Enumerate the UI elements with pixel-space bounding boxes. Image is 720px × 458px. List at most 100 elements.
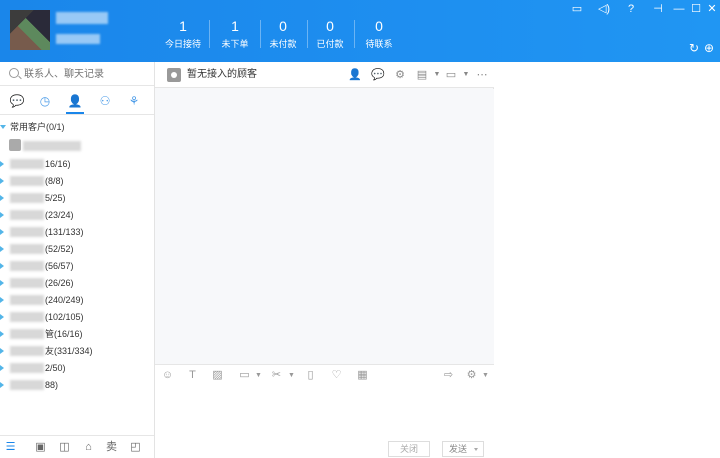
chevron-down-icon[interactable]: ▼ xyxy=(459,68,473,82)
chevron-down-icon[interactable]: ▼ xyxy=(285,369,298,382)
send-label: 发送 xyxy=(449,444,468,454)
group-row[interactable]: 5/25) xyxy=(0,190,154,206)
group-row[interactable]: (8/8) xyxy=(0,173,154,189)
sell-button[interactable]: 卖 xyxy=(105,441,118,454)
add-icon[interactable]: ⊕ xyxy=(703,42,715,54)
group-row[interactable]: 2/50) xyxy=(0,360,154,376)
group-count: 5/25) xyxy=(45,193,66,203)
group-tab-icon[interactable]: ⚇ xyxy=(97,93,113,109)
stat-label: 未付款 xyxy=(269,39,297,49)
refresh-icon[interactable]: ↻ xyxy=(688,42,700,54)
collapse-arrow-icon xyxy=(0,212,4,218)
history-tab-icon[interactable]: ◷ xyxy=(37,93,53,109)
group-count: (8/8) xyxy=(45,176,64,186)
stat-label: 待联系 xyxy=(365,39,393,49)
contact-name-blurred xyxy=(23,141,81,151)
group-row[interactable]: (131/133) xyxy=(0,224,154,240)
group-row[interactable]: 管(16/16) xyxy=(0,326,154,342)
user-name xyxy=(56,12,108,24)
group-name-blurred xyxy=(10,312,44,322)
contact-item[interactable] xyxy=(0,137,154,153)
collapse-arrow-icon xyxy=(0,382,4,388)
group-row[interactable]: (102/105) xyxy=(0,309,154,325)
emoji-icon[interactable]: ☺ xyxy=(161,369,174,382)
stat-today-reception[interactable]: 1 今日接待 xyxy=(158,18,208,50)
group-name-blurred xyxy=(10,295,44,305)
chevron-down-icon[interactable] xyxy=(474,448,478,451)
network-tab-icon[interactable]: ⚘ xyxy=(126,93,142,109)
chat-tab-icon[interactable]: 💬 xyxy=(9,93,25,109)
card-icon[interactable]: ▤ xyxy=(415,68,429,82)
folder-icon[interactable]: ▭ xyxy=(238,369,251,382)
group-row[interactable]: (52/52) xyxy=(0,241,154,257)
avatar[interactable] xyxy=(10,10,50,50)
group-common-customers[interactable]: 常用客户(0/1) xyxy=(0,119,154,135)
chevron-down-icon[interactable]: ▼ xyxy=(479,369,492,382)
collapse-arrow-icon xyxy=(0,246,4,252)
group-name-blurred xyxy=(10,363,44,373)
heart-icon[interactable]: ♡ xyxy=(330,369,343,382)
group-count: (23/24) xyxy=(45,210,74,220)
calendar-icon[interactable]: ▣ xyxy=(34,441,47,454)
search-box xyxy=(0,62,154,86)
message-icon[interactable]: ▭ xyxy=(570,2,584,16)
transfer-user-icon[interactable]: 👤 xyxy=(348,68,362,82)
chevron-down-icon[interactable]: ▼ xyxy=(430,68,444,82)
group-row[interactable]: (240/249) xyxy=(0,292,154,308)
group-count: 管(16/16) xyxy=(45,329,83,339)
user-status xyxy=(56,34,100,44)
group-name-blurred xyxy=(10,159,44,169)
close-icon[interactable]: ✕ xyxy=(705,2,719,16)
contacts-tab-icon[interactable]: 👤 xyxy=(67,93,83,109)
search-icon xyxy=(9,68,19,78)
volume-icon[interactable]: ◁) xyxy=(597,2,611,16)
shop-icon[interactable]: ⌂ xyxy=(82,441,95,454)
close-button[interactable]: 关闭 xyxy=(388,441,430,457)
stat-unpaid[interactable]: 0 未付款 xyxy=(258,18,308,50)
settings-icon[interactable]: ⚙ xyxy=(465,369,478,382)
group-row[interactable]: 16/16) xyxy=(0,156,154,172)
group-row[interactable]: (56/57) xyxy=(0,258,154,274)
window-icon[interactable]: ◰ xyxy=(129,441,142,454)
stat-label: 已付款 xyxy=(316,39,344,49)
message-input[interactable] xyxy=(161,390,487,434)
maximize-icon[interactable]: ☐ xyxy=(689,2,703,16)
header-bar: 1 今日接待 1 未下单 0 未付款 0 已付款 0 待联系 ▭ ◁) ? ⊣ … xyxy=(0,0,720,62)
send-button[interactable]: 发送 xyxy=(442,441,484,457)
menu-icon[interactable]: ☰ xyxy=(4,441,17,454)
group-label: 常用客户(0/1) xyxy=(10,122,65,132)
group-name-blurred xyxy=(10,380,44,390)
stat-paid[interactable]: 0 已付款 xyxy=(305,18,355,50)
font-icon[interactable]: T xyxy=(186,369,199,382)
image-icon[interactable]: ▨ xyxy=(211,369,224,382)
stat-value: 1 xyxy=(231,18,239,34)
help-icon[interactable]: ? xyxy=(624,2,638,16)
contact-avatar xyxy=(9,139,21,151)
stat-not-ordered[interactable]: 1 未下单 xyxy=(210,18,260,50)
group-row[interactable]: 友(331/334) xyxy=(0,343,154,359)
scissors-icon[interactable]: ✂ xyxy=(270,369,283,382)
message-input-area: 关闭 发送 xyxy=(155,386,494,458)
group-row[interactable]: (23/24) xyxy=(0,207,154,223)
collapse-arrow-icon xyxy=(0,229,4,235)
group-row[interactable]: (26/26) xyxy=(0,275,154,291)
search-input[interactable] xyxy=(24,66,144,82)
pin-icon[interactable]: ⊣ xyxy=(651,2,665,16)
user-settings-icon[interactable]: ⚙ xyxy=(393,68,407,82)
chevron-down-icon[interactable]: ▼ xyxy=(252,369,265,382)
quick-reply-icon[interactable]: 💬 xyxy=(371,68,385,82)
calendar-icon[interactable]: ▦ xyxy=(356,369,369,382)
stat-to-contact[interactable]: 0 待联系 xyxy=(354,18,404,50)
group-count: 2/50) xyxy=(45,363,66,373)
group-row[interactable]: 88) xyxy=(0,377,154,393)
bag-icon[interactable]: ◫ xyxy=(58,441,71,454)
vibrate-icon[interactable]: ▯ xyxy=(304,369,317,382)
group-count: 友(331/334) xyxy=(45,346,93,356)
more-icon[interactable]: ⋯ xyxy=(475,68,489,82)
group-count: (52/52) xyxy=(45,244,74,254)
forward-icon[interactable]: ⇨ xyxy=(442,369,455,382)
group-count: (102/105) xyxy=(45,312,84,322)
video-icon[interactable]: ▭ xyxy=(444,68,458,82)
group-name-blurred xyxy=(10,329,44,339)
minimize-icon[interactable]: — xyxy=(672,2,686,16)
